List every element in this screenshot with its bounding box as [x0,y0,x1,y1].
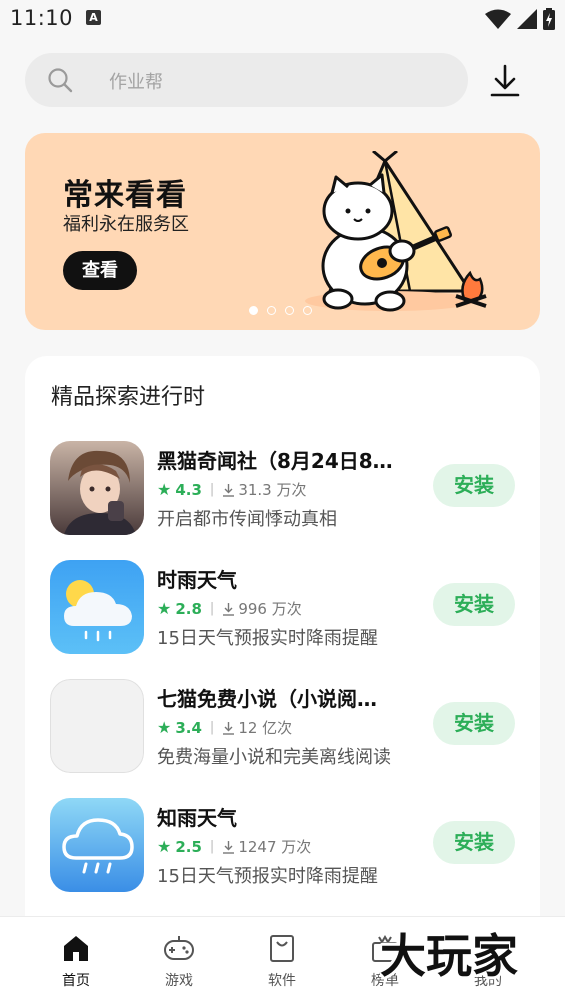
app-description: 15日天气预报实时降雨提醒 [157,866,378,887]
separator: | [209,720,215,735]
pagination-dot [285,306,294,315]
app-description: 开启都市传闻悸动真相 [157,509,337,530]
app-downloads: 31.3 万次 [238,481,307,499]
install-button[interactable]: 安装 [433,702,515,745]
banner-subtitle: 福利永在服务区 [63,214,189,235]
status-time: 11:10 [10,6,74,30]
battery-icon [543,8,555,30]
app-list-item[interactable]: 知雨天气 ★ 2.5 | 1247 万次 15日天气预报实时降雨提醒 安装 [25,798,540,894]
search-icon [48,68,73,93]
notification-a-icon: A [86,10,101,25]
app-rating: 2.8 [175,599,202,618]
install-button[interactable]: 安装 [433,464,515,507]
watermark-logo: 大玩家 大玩家 [380,926,521,984]
banner-pagination [249,306,312,315]
separator: | [209,839,215,854]
star-icon: ★ [157,480,172,499]
nav-label: 游戏 [165,973,193,989]
nav-label: 首页 [62,973,90,989]
search-placeholder: 作业帮 [109,72,163,93]
nav-label: 软件 [268,973,296,989]
app-description: 15日天气预报实时降雨提醒 [157,628,378,649]
svg-text:大玩家: 大玩家 [380,929,518,983]
app-list-item[interactable]: 黑猫奇闻社（8月24日8… ★ 4.3 | 31.3 万次 开启都市传闻悸动真相… [25,441,540,537]
app-name: 黑猫奇闻社（8月24日8… [157,449,393,473]
app-meta: ★ 4.3 | 31.3 万次 [157,479,306,500]
anime-character-icon [50,441,144,535]
app-description: 免费海量小说和完美离线阅读 [157,747,391,768]
shopping-bag-icon [270,935,294,962]
app-name: 时雨天气 [157,568,237,592]
download-count-icon [223,602,235,616]
gamepad-icon [164,936,194,960]
cat-guitar-illustration [305,151,487,312]
star-icon: ★ [157,718,172,737]
section-title: 精品探索进行时 [51,385,206,410]
star-icon: ★ [157,837,172,856]
app-meta: ★ 2.8 | 996 万次 [157,598,302,619]
nav-item-games[interactable]: 游戏 [144,933,214,990]
featured-apps-card: 精品探索进行时 黑猫奇闻社（8月24日8… ★ 4.3 | 31.3 万次 开启… [25,356,540,976]
app-meta: ★ 2.5 | 1247 万次 [157,836,311,857]
banner-title: 常来看看 [63,178,187,213]
app-downloads: 12 亿次 [238,719,293,737]
star-icon: ★ [157,599,172,618]
download-count-icon [223,483,235,497]
pagination-dot [249,306,258,315]
download-count-icon [223,721,235,735]
app-rating: 4.3 [175,480,202,499]
rain-cloud-weather-icon [50,798,144,892]
placeholder-app-icon [50,679,144,773]
app-downloads: 1247 万次 [238,838,312,856]
app-list-item[interactable]: 时雨天气 ★ 2.8 | 996 万次 15日天气预报实时降雨提醒 安装 [25,560,540,656]
search-input[interactable]: 作业帮 [25,53,468,107]
app-meta: ★ 3.4 | 12 亿次 [157,717,292,738]
sun-cloud-weather-icon [50,560,144,654]
pagination-dot [267,306,276,315]
app-downloads: 996 万次 [238,600,302,618]
status-bar: 11:10 A [0,0,565,40]
app-name: 知雨天气 [157,806,237,830]
app-rating: 3.4 [175,718,202,737]
separator: | [209,601,215,616]
banner-view-button[interactable]: 查看 [63,251,137,290]
nav-item-software[interactable]: 软件 [247,933,317,990]
app-rating: 2.5 [175,837,202,856]
install-button[interactable]: 安装 [433,583,515,626]
status-icons [485,7,555,31]
download-icon[interactable] [486,62,524,100]
signal-icon [517,9,537,29]
app-list-item[interactable]: 七猫免费小说（小说阅… ★ 3.4 | 12 亿次 免费海量小说和完美离线阅读 … [25,679,540,775]
promo-banner[interactable]: 常来看看 福利永在服务区 查看 [25,133,540,330]
pagination-dot [303,306,312,315]
separator: | [209,482,215,497]
home-icon [64,936,88,961]
nav-item-home[interactable]: 首页 [41,933,111,990]
install-button[interactable]: 安装 [433,821,515,864]
wifi-icon [485,9,511,29]
download-count-icon [223,840,235,854]
app-name: 七猫免费小说（小说阅… [157,687,377,711]
